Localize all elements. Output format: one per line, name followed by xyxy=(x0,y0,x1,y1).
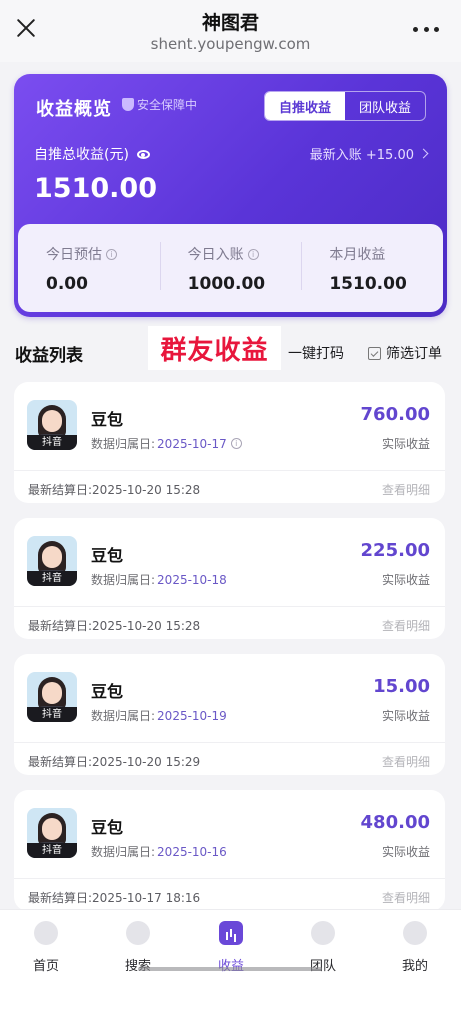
nav-label: 搜索 xyxy=(103,955,173,974)
overlay-caption: 群友收益 xyxy=(148,326,281,370)
divider xyxy=(14,470,445,471)
item-amount-label: 实际收益 xyxy=(381,845,430,859)
view-detail-link[interactable]: 查看明细 xyxy=(382,753,430,770)
heart-icon xyxy=(311,921,335,945)
nav-label: 我的 xyxy=(401,959,428,974)
filter-orders-button[interactable]: 筛选订单 xyxy=(368,343,442,363)
nav-label: 首页 xyxy=(32,959,59,974)
security-badge-label: 安全保障中 xyxy=(137,98,198,112)
tab-team-earnings[interactable]: 团队收益 xyxy=(345,92,425,120)
list-item[interactable]: 抖音 豆包 数据归属日: 2025-10-19 15.00 实际收益 最新结算日:… xyxy=(14,654,445,775)
stats-panel: 今日预估 i 0.00 今日入账 i 1000.00 本月收益 1510.00 xyxy=(18,224,443,312)
item-amount: 225.00 xyxy=(360,540,430,561)
item-amount-label: 实际收益 xyxy=(381,437,430,451)
divider xyxy=(14,878,445,879)
item-settle-date: 最新结算日:2025-10-17 18:16 xyxy=(28,891,201,905)
avatar: 抖音 xyxy=(27,672,77,722)
profile-icon xyxy=(403,921,427,945)
divider xyxy=(14,606,445,607)
home-indicator xyxy=(138,967,322,971)
info-icon[interactable]: i xyxy=(106,248,117,260)
chevron-right-icon xyxy=(418,148,429,159)
nav-me[interactable]: 我的 xyxy=(380,921,450,974)
earnings-list-title: 收益列表 xyxy=(15,346,83,366)
home-icon xyxy=(34,921,58,945)
earnings-type-toggle: 自推收益 团队收益 xyxy=(264,91,426,121)
shield-icon xyxy=(122,98,134,111)
info-icon[interactable]: i xyxy=(230,438,242,449)
item-date-value: 2025-10-16 xyxy=(157,844,227,859)
item-date: 数据归属日: 2025-10-18 xyxy=(91,571,227,588)
filter-orders-label: 筛选订单 xyxy=(386,346,442,362)
page-title: 神图君 xyxy=(201,12,259,34)
list-item[interactable]: 抖音 豆包 数据归属日: 2025-10-18 225.00 实际收益 最新结算日… xyxy=(14,518,445,639)
bar-chart-icon xyxy=(219,921,243,945)
item-date: 数据归属日: 2025-10-19 xyxy=(91,707,227,724)
stat-value: 1510.00 xyxy=(329,274,407,294)
total-earnings-label-text: 自推总收益(元) xyxy=(34,147,129,163)
stat-label: 本月收益 xyxy=(329,247,386,263)
item-date-label: 数据归属日: xyxy=(91,709,156,723)
total-earnings-value: 1510.00 xyxy=(34,173,157,204)
list-item[interactable]: 抖音 豆包 数据归属日: 2025-10-16 480.00 实际收益 最新结算日… xyxy=(14,790,445,911)
item-name: 豆包 xyxy=(91,546,124,565)
item-name: 豆包 xyxy=(91,410,124,429)
filter-icon xyxy=(368,346,381,360)
earnings-overview-card: 收益概览 安全保障中 自推收益 团队收益 自推总收益(元) 最新入账 +15.0… xyxy=(14,74,447,317)
item-settle-date: 最新结算日:2025-10-20 15:28 xyxy=(28,619,201,633)
platform-tag: 抖音 xyxy=(27,571,77,586)
security-badge: 安全保障中 xyxy=(122,96,197,113)
item-name: 豆包 xyxy=(91,682,124,701)
info-icon[interactable]: i xyxy=(247,248,259,260)
stat-value: 1000.00 xyxy=(187,274,266,294)
item-settle-date: 最新结算日:2025-10-20 15:29 xyxy=(28,755,201,769)
avatar: 抖音 xyxy=(27,536,77,586)
platform-tag: 抖音 xyxy=(27,843,77,858)
view-detail-link[interactable]: 查看明细 xyxy=(382,617,430,634)
item-date-value: 2025-10-19 xyxy=(157,708,227,723)
latest-income-text: 最新入账 +15.00 xyxy=(309,148,414,163)
item-amount: 480.00 xyxy=(360,812,430,833)
stat-value: 0.00 xyxy=(46,274,88,294)
page-url: shent.youpengw.com xyxy=(150,35,311,53)
item-date-value: 2025-10-18 xyxy=(157,572,227,587)
platform-tag: 抖音 xyxy=(27,707,77,722)
total-earnings-label: 自推总收益(元) xyxy=(34,144,150,164)
stat-today-estimate: 今日预估 i 0.00 xyxy=(18,224,160,312)
one-tap-mask-button[interactable]: 一键打码 xyxy=(288,343,344,363)
item-date: 数据归属日: 2025-10-16 xyxy=(91,843,227,860)
nav-home[interactable]: 首页 xyxy=(11,921,81,974)
item-settle-date: 最新结算日:2025-10-20 15:28 xyxy=(28,483,201,497)
item-date-value: 2025-10-17 xyxy=(157,436,227,451)
nav-label: 收益 xyxy=(196,955,266,974)
view-detail-link[interactable]: 查看明细 xyxy=(382,889,430,906)
item-date: 数据归属日: 2025-10-17 i xyxy=(91,435,242,452)
item-name: 豆包 xyxy=(91,818,124,837)
item-date-label: 数据归属日: xyxy=(91,573,156,587)
stat-label: 今日预估 xyxy=(46,247,102,263)
avatar: 抖音 xyxy=(27,400,77,450)
item-amount: 760.00 xyxy=(360,404,430,425)
divider xyxy=(14,742,445,743)
avatar: 抖音 xyxy=(27,808,77,858)
platform-tag: 抖音 xyxy=(27,435,77,450)
latest-income-link[interactable]: 最新入账 +15.00 xyxy=(309,144,429,163)
item-amount-label: 实际收益 xyxy=(381,573,430,587)
eye-icon[interactable] xyxy=(136,149,150,159)
stat-month-earnings: 本月收益 1510.00 xyxy=(301,224,443,312)
item-amount: 15.00 xyxy=(373,676,430,697)
view-detail-link[interactable]: 查看明细 xyxy=(382,481,430,498)
top-bar: 神图君 shent.youpengw.com xyxy=(0,0,461,62)
card-title: 收益概览 xyxy=(36,99,112,120)
item-date-label: 数据归属日: xyxy=(91,845,156,859)
more-icon[interactable] xyxy=(413,27,439,33)
item-date-label: 数据归属日: xyxy=(91,437,156,451)
stat-today-received: 今日入账 i 1000.00 xyxy=(159,224,302,312)
nav-label: 团队 xyxy=(309,959,336,974)
item-amount-label: 实际收益 xyxy=(381,709,430,723)
list-item[interactable]: 抖音 豆包 数据归属日: 2025-10-17 i 760.00 实际收益 最新结算… xyxy=(14,382,445,503)
stat-label: 今日入账 xyxy=(187,247,244,263)
search-icon xyxy=(126,921,150,945)
tab-self-earnings[interactable]: 自推收益 xyxy=(265,92,345,120)
